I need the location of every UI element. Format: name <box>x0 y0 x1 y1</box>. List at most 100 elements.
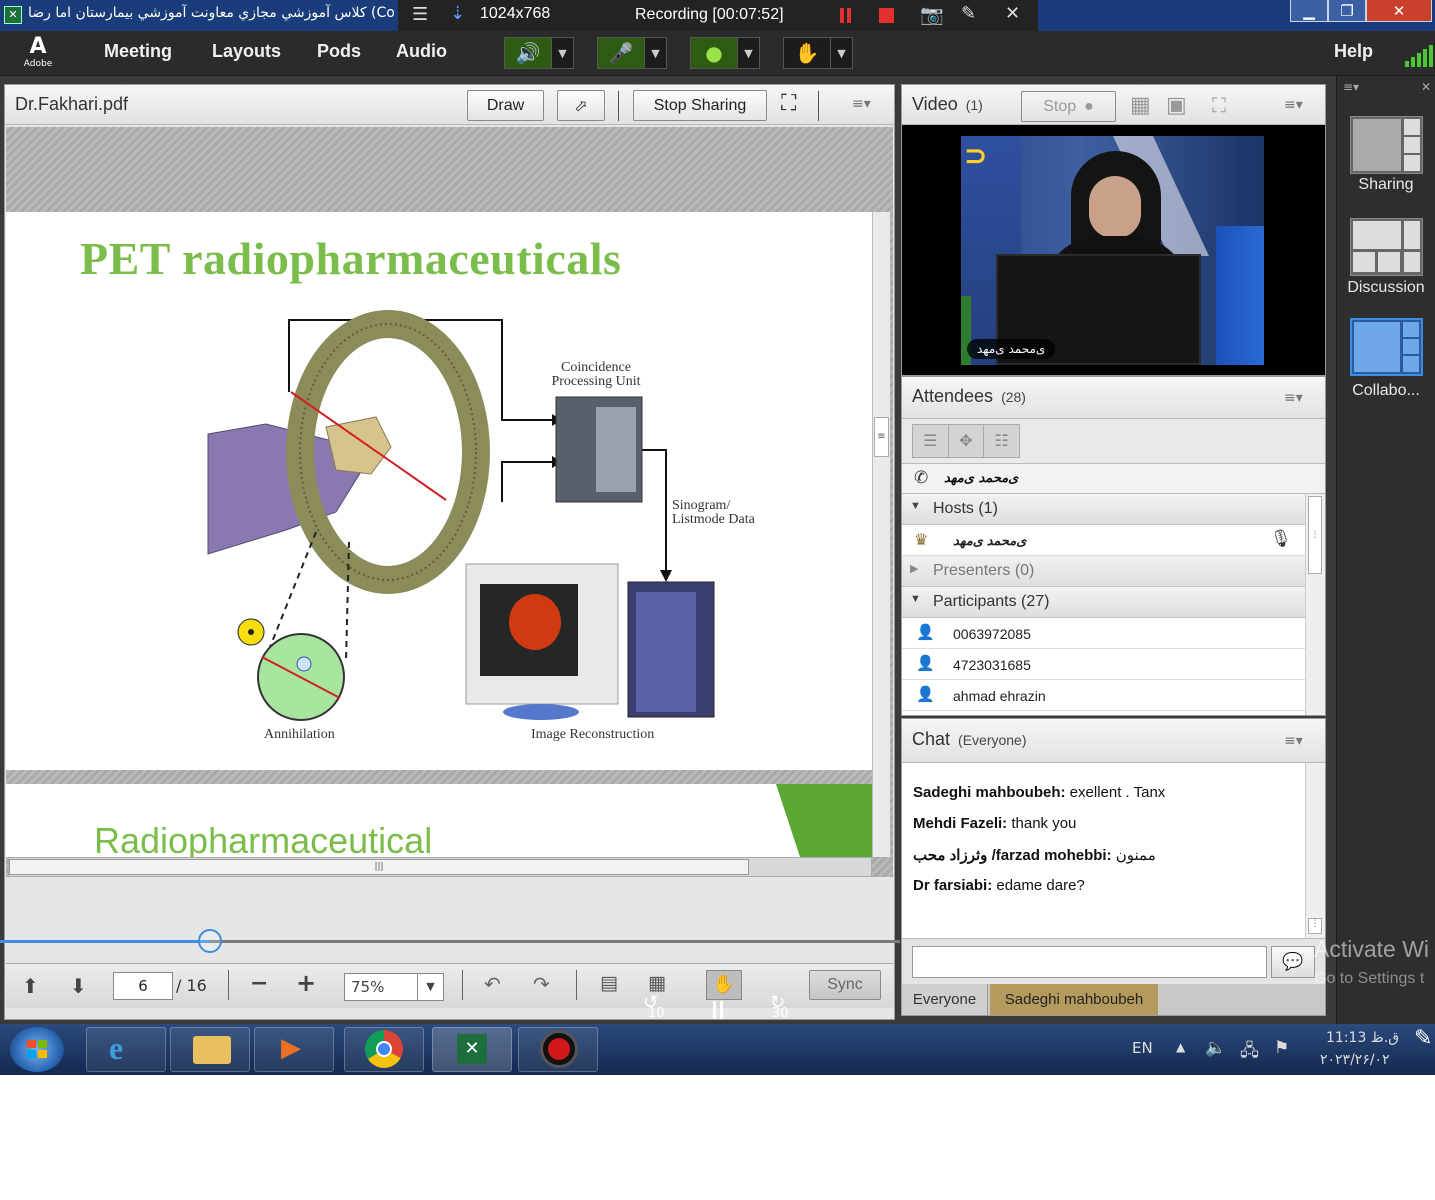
first-page-icon[interactable]: ⬆ <box>22 974 39 998</box>
layout-collaboration-label[interactable]: Collabo... <box>1340 382 1432 400</box>
layout-discussion-thumb[interactable] <box>1350 218 1423 276</box>
zoom-select[interactable]: 75% ▼ <box>344 973 444 1001</box>
layout-sharing-label[interactable]: Sharing <box>1340 176 1432 194</box>
taskbar-media[interactable]: ▶ <box>254 1027 334 1072</box>
stop-sharing-button[interactable]: Stop Sharing <box>633 90 767 121</box>
chevron-down-icon[interactable]: ▼ <box>644 38 666 68</box>
chat-tab-private[interactable]: Sadeghi mahboubeh <box>990 984 1158 1015</box>
clock-time[interactable]: 11:13 ق.ظ <box>1326 1030 1399 1046</box>
maximize-button[interactable]: ❐ <box>1328 0 1366 22</box>
vertical-scrollbar[interactable]: ≡ <box>872 212 890 857</box>
taskbar-ie[interactable]: e <box>86 1027 166 1072</box>
menu-layouts[interactable]: Layouts <box>212 41 281 62</box>
thumbnails-icon[interactable]: ▦ <box>648 972 666 994</box>
hosts-section[interactable]: ▼ Hosts (1) <box>902 494 1305 525</box>
speaker-control[interactable]: 🔊 ▼ <box>504 37 574 69</box>
hand-tool-icon[interactable]: ✋ <box>706 970 742 1000</box>
presenters-section[interactable]: ▶ Presenters (0) <box>902 556 1305 587</box>
taskbar-chrome[interactable] <box>344 1027 424 1072</box>
taskbar-explorer[interactable] <box>170 1027 250 1072</box>
attendee-scrollbar[interactable]: ⋮ <box>1305 494 1325 715</box>
pause-icon[interactable] <box>711 1001 727 1021</box>
chat-tab-everyone[interactable]: Everyone <box>902 984 988 1015</box>
webcam-control[interactable]: ● ▼ <box>690 37 760 69</box>
document-icon[interactable]: ▤ <box>600 972 618 994</box>
page-number-input[interactable]: 6 <box>113 972 173 1000</box>
grid-view-icon[interactable]: ▦ <box>1130 93 1151 118</box>
forward-control[interactable]: ↻ 30 <box>768 992 798 1022</box>
raise-hand-control[interactable]: ✋ ▼ <box>783 37 853 69</box>
participant-row[interactable]: 👤 0063972085 <box>902 618 1305 649</box>
list-view-icon[interactable]: ☰ <box>913 425 949 457</box>
pen-icon[interactable]: ✎ <box>961 3 976 24</box>
scrollbar-thumb[interactable]: ≡ <box>874 417 889 457</box>
chevron-down-icon[interactable]: ▼ <box>910 593 921 605</box>
chevron-down-icon[interactable]: ▼ <box>910 500 921 512</box>
menu-help[interactable]: Help <box>1334 41 1373 62</box>
raise-hand-icon[interactable]: ✋ <box>784 38 830 68</box>
chevron-down-icon[interactable]: ▼ <box>830 38 852 68</box>
pod-options-icon[interactable]: ≡▾ <box>1284 733 1303 749</box>
minimize-button[interactable]: ▁ <box>1290 0 1328 22</box>
pod-options-icon[interactable]: ≡▾ <box>1284 97 1303 113</box>
pointer-button[interactable]: ⬀ <box>557 90 605 121</box>
microphone-icon[interactable]: 🎤 <box>598 38 644 68</box>
host-row[interactable]: ♛ ی‌محمد ی‌مهد 🎙 <box>902 525 1305 556</box>
chat-input[interactable] <box>912 946 1267 978</box>
clock-date[interactable]: ۲۰۲۳/۲۶/۰۲ <box>1320 1052 1390 1068</box>
undo-icon[interactable]: ↶ <box>484 972 501 996</box>
fullscreen-video-icon[interactable]: ⛶ <box>1212 93 1226 117</box>
stop-video-button[interactable]: Stop ● <box>1021 91 1116 122</box>
menu-meeting[interactable]: Meeting <box>104 41 172 62</box>
draw-button[interactable]: Draw <box>467 90 544 121</box>
layout-sharing-thumb[interactable] <box>1350 116 1423 174</box>
current-user-row[interactable]: ✆ ی‌محمد ی‌مهد <box>902 464 1325 494</box>
filmstrip-view-icon[interactable]: ▣ <box>1166 93 1187 118</box>
chevron-down-icon[interactable]: ▼ <box>551 38 573 68</box>
close-button[interactable]: ✕ <box>1366 0 1432 22</box>
fullscreen-icon[interactable]: ⛶ <box>781 91 796 116</box>
speaker-icon[interactable]: 🔊 <box>505 38 551 68</box>
start-button[interactable] <box>10 1027 64 1072</box>
action-center-icon[interactable]: ⚑ <box>1274 1038 1289 1058</box>
sync-button[interactable]: Sync <box>809 970 881 1000</box>
pod-options-icon[interactable]: ≡▾ <box>1284 390 1303 406</box>
breakout-view-icon[interactable]: ✥ <box>949 425 985 457</box>
stop-record-icon[interactable] <box>879 8 894 23</box>
pin-icon[interactable]: ⇣ <box>450 3 465 24</box>
player-progress-knob[interactable] <box>197 929 222 953</box>
participants-section[interactable]: ▼ Participants (27) <box>902 587 1305 618</box>
webcam-icon[interactable]: ● <box>691 38 737 68</box>
microphone-control[interactable]: 🎤 ▼ <box>597 37 667 69</box>
menu-pods[interactable]: Pods <box>317 41 361 62</box>
chevron-right-icon[interactable]: ▶ <box>910 562 918 575</box>
close-recorder-icon[interactable]: ✕ <box>1005 3 1020 24</box>
h-scrollbar-thumb[interactable]: ||| <box>9 859 749 875</box>
status-view-icon[interactable]: ☷ <box>984 425 1019 457</box>
zoom-out-icon[interactable]: − <box>250 971 268 996</box>
layouts-options-icon[interactable]: ≡▾ <box>1343 80 1359 94</box>
scrollbar-thumb[interactable]: ⋮ <box>1308 496 1322 574</box>
camera-icon[interactable]: 📷 <box>920 3 944 26</box>
zoom-in-icon[interactable]: + <box>296 969 316 997</box>
taskbar-recorder[interactable] <box>518 1027 598 1072</box>
network-icon[interactable]: 🖧 <box>1240 1038 1259 1067</box>
chevron-down-icon[interactable]: ▼ <box>737 38 759 68</box>
tray-expand-icon[interactable]: ▲ <box>1176 1040 1185 1054</box>
participant-row[interactable]: 👤 4723031685 <box>902 649 1305 680</box>
redo-icon[interactable]: ↷ <box>533 972 550 996</box>
chat-scrollbar[interactable]: ⋮ <box>1305 763 1325 938</box>
pod-options-icon[interactable]: ≡▾ <box>852 96 871 112</box>
chevron-down-icon[interactable]: ▼ <box>417 974 443 1000</box>
language-indicator[interactable]: EN <box>1132 1039 1153 1057</box>
menu-audio[interactable]: Audio <box>396 41 447 62</box>
scrollbar-thumb[interactable]: ⋮ <box>1308 918 1322 934</box>
horizontal-scrollbar[interactable]: ||| <box>8 857 872 877</box>
pause-record-icon[interactable] <box>840 8 844 23</box>
taskbar-connect[interactable]: ✕ <box>432 1027 512 1072</box>
close-layouts-icon[interactable]: ✕ <box>1421 80 1431 94</box>
menu-icon[interactable]: ☰ <box>412 4 428 25</box>
layout-collaboration-thumb[interactable] <box>1350 318 1423 376</box>
layout-discussion-label[interactable]: Discussion <box>1340 279 1432 297</box>
volume-icon[interactable]: 🔈 <box>1205 1038 1226 1058</box>
